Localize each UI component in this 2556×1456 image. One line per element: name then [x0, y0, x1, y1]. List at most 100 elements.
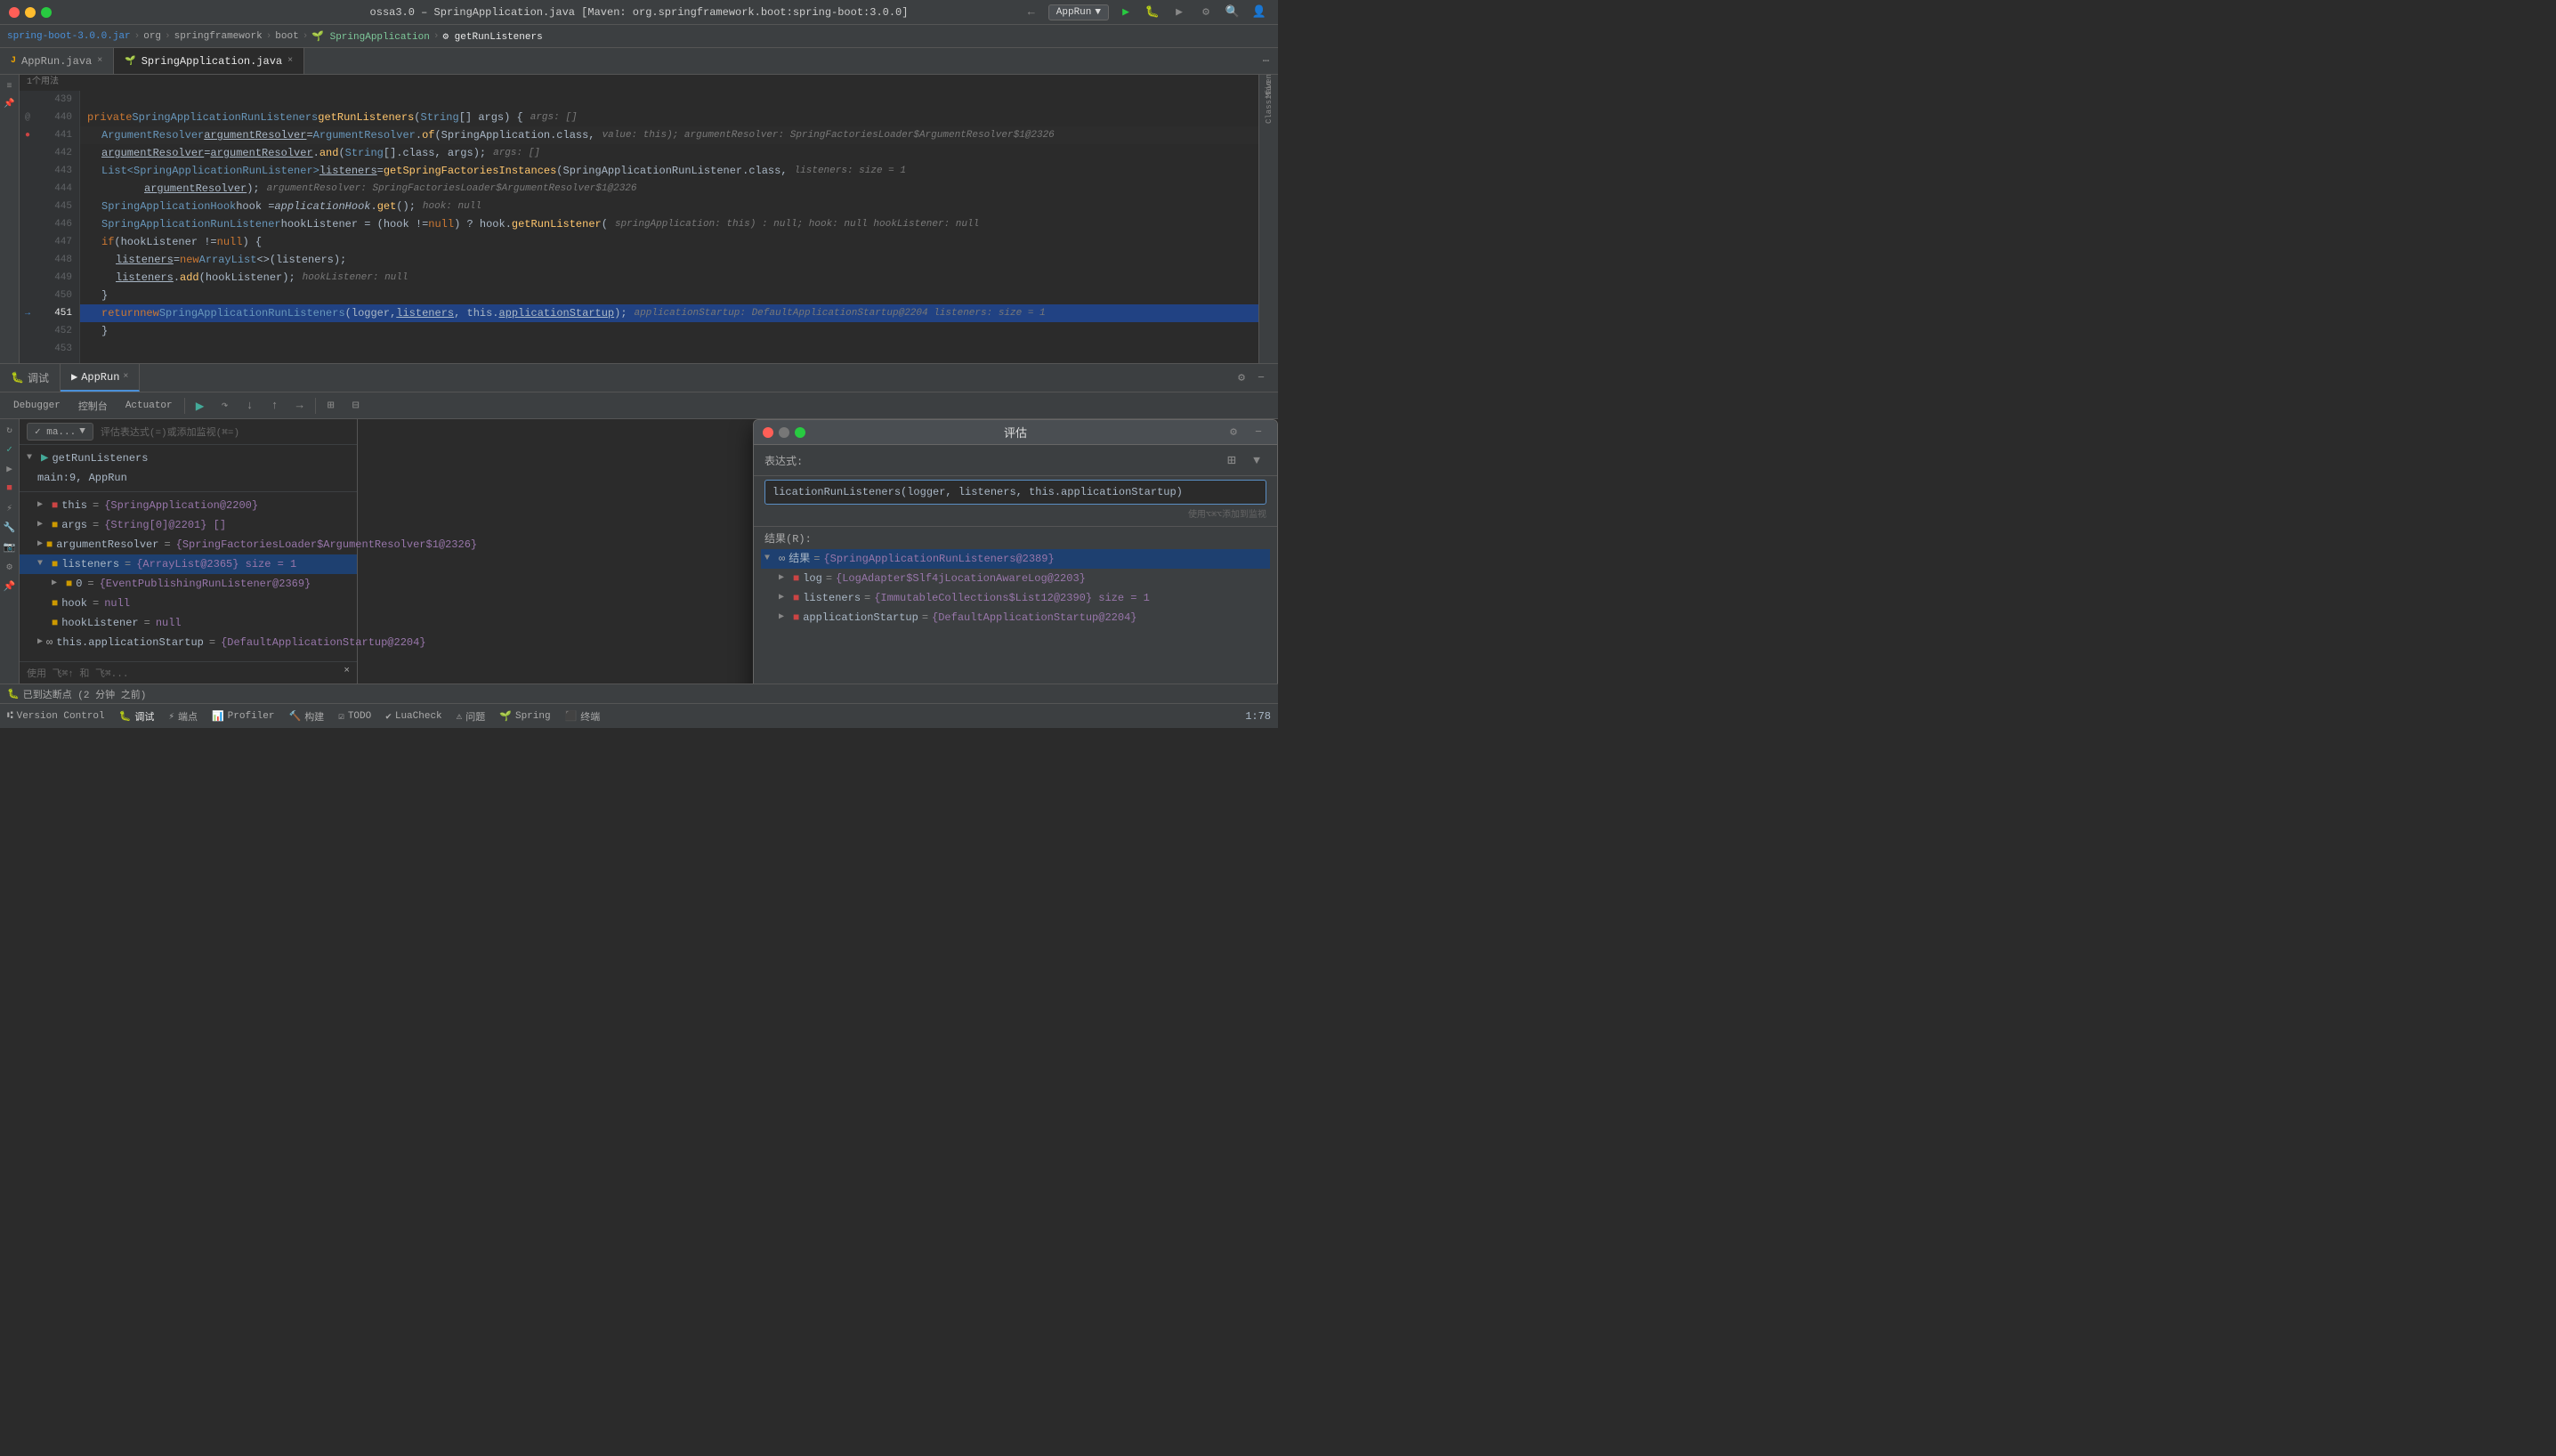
- nav-spring[interactable]: 🌱 Spring: [499, 710, 550, 723]
- line-447: if (hookListener != null) {: [80, 233, 1258, 251]
- tabs-more-button[interactable]: ⋯: [1254, 48, 1278, 74]
- debug-settings-icon[interactable]: 🔧: [3, 521, 17, 535]
- linenum-452: 452: [36, 322, 79, 340]
- nav-problems[interactable]: ⚠ 问题: [457, 709, 486, 724]
- nav-luacheck[interactable]: ✔ LuaCheck: [385, 710, 441, 723]
- minimize-bottom-icon[interactable]: −: [1251, 368, 1271, 388]
- debug-button[interactable]: 🐛: [1143, 3, 1162, 22]
- debug-check-icon[interactable]: ✓: [3, 442, 17, 457]
- step-out-btn[interactable]: ↑: [265, 396, 285, 416]
- run-to-cursor-btn[interactable]: →: [290, 396, 310, 416]
- debug-pin-icon[interactable]: 📌: [3, 579, 17, 594]
- filter-chevron-icon: ▼: [79, 426, 85, 437]
- gutter-440: @: [20, 109, 36, 126]
- line-452: }: [80, 322, 1258, 340]
- eval-result-row-0[interactable]: ▼ ∞ 结果 = {SpringApplicationRunListeners@…: [761, 549, 1270, 569]
- settings-bottom-icon[interactable]: ⚙: [1232, 368, 1251, 388]
- frames-btn[interactable]: ⊞: [321, 396, 341, 416]
- var-hook[interactable]: ■ hook = null: [20, 594, 357, 613]
- line-439: [80, 91, 1258, 109]
- expand-icon: ▶: [37, 515, 48, 535]
- var-argumentresolver[interactable]: ▶ ■ argumentResolver = {SpringFactoriesL…: [20, 535, 357, 554]
- tab-apprun-close[interactable]: ×: [97, 56, 102, 66]
- bug-icon: 🐛: [11, 371, 24, 384]
- tab-apprun[interactable]: J AppRun.java ×: [0, 48, 114, 74]
- run-button[interactable]: ▶: [1116, 3, 1136, 22]
- breadcrumb-item-5[interactable]: 🌱 SpringApplication: [311, 30, 430, 43]
- nav-profiler[interactable]: 📊 Profiler: [212, 710, 275, 723]
- bottom-panel: 🐛 调试 ▶ AppRun × ⚙ − Debugger 控制台 Actuato…: [0, 363, 1278, 684]
- debugger-tab-btn[interactable]: Debugger: [7, 396, 67, 416]
- back-icon[interactable]: ←: [1022, 3, 1041, 22]
- nav-version-control[interactable]: ⑆ Version Control: [7, 711, 105, 722]
- tab-springapplication-close[interactable]: ×: [287, 56, 293, 66]
- var-listeners-0[interactable]: ▶ ■ 0 = {EventPublishingRunListener@2369…: [20, 574, 357, 594]
- filter-dropdown[interactable]: ✓ ma... ▼: [27, 423, 93, 441]
- right-sidebar-icon-2[interactable]: Classific: [1261, 94, 1277, 110]
- debug-gear-icon[interactable]: ⚙: [3, 560, 17, 574]
- actuator-tab-btn[interactable]: Actuator: [119, 396, 179, 416]
- var-listeners[interactable]: ▼ ■ listeners = {ArrayList@2365} size = …: [20, 554, 357, 574]
- debug-mute-icon[interactable]: ⚡: [3, 501, 17, 515]
- debug-close-icon[interactable]: ×: [344, 666, 350, 676]
- breadcrumb-item-3[interactable]: springframework: [174, 31, 263, 42]
- debug-filter-icon[interactable]: ▶: [3, 462, 17, 476]
- user-icon[interactable]: 👤: [1250, 3, 1269, 22]
- breadcrumb-item-4[interactable]: boot: [275, 31, 298, 42]
- spring-nav-label: Spring: [515, 711, 551, 722]
- nav-todo[interactable]: ☑ TODO: [338, 710, 371, 723]
- debug-toolbar: Debugger 控制台 Actuator ▶ ↷ ↓ ↑ → ⊞ ⊟: [0, 392, 1278, 419]
- var-hooklistener[interactable]: ■ hookListener = null: [20, 613, 357, 633]
- tab-springapplication[interactable]: 🌱 SpringApplication.java ×: [114, 48, 304, 74]
- expand-icon: ▼: [37, 554, 48, 574]
- nav-build[interactable]: 🔨 构建: [288, 709, 324, 724]
- run-with-coverage-button[interactable]: ▶: [1169, 3, 1189, 22]
- settings-icon[interactable]: ⚙: [1196, 3, 1216, 22]
- eval-close-icon[interactable]: −: [1249, 423, 1268, 442]
- eval-minimize-btn[interactable]: [779, 427, 789, 438]
- eval-maximize-btn[interactable]: [795, 427, 805, 438]
- eval-result-row-2[interactable]: ▶ ■ listeners = {ImmutableCollections$Li…: [761, 588, 1270, 608]
- breadcrumb-item-1[interactable]: spring-boot-3.0.0.jar: [7, 31, 131, 42]
- var-applicationstartup[interactable]: ▶ ∞ this.applicationStartup = {DefaultAp…: [20, 633, 357, 652]
- maximize-button[interactable]: [41, 7, 52, 18]
- nav-endpoints[interactable]: ⚡ 端点: [168, 709, 198, 724]
- nav-debug[interactable]: 🐛 调试: [119, 709, 155, 724]
- eval-settings-icon[interactable]: ⚙: [1224, 423, 1243, 442]
- search-icon[interactable]: 🔍: [1223, 3, 1242, 22]
- sidebar-icon-1[interactable]: ≡: [2, 78, 18, 94]
- var-this[interactable]: ▶ ■ this = {SpringApplication@2200}: [20, 496, 357, 515]
- gutter-icons: @ ● →: [20, 91, 36, 363]
- eval-close-btn[interactable]: [763, 427, 773, 438]
- resume-btn[interactable]: ▶: [190, 396, 210, 416]
- debug-camera-icon[interactable]: 📷: [3, 540, 17, 554]
- nav-terminal[interactable]: ⬛ 终端: [565, 709, 601, 724]
- eval-expression-input[interactable]: [764, 480, 1266, 505]
- breadcrumb-item-6[interactable]: ⚙ getRunListeners: [442, 30, 542, 43]
- eval-result-row-1[interactable]: ▶ ■ log = {LogAdapter$Slf4jLocationAware…: [761, 569, 1270, 588]
- call-stack-item-2[interactable]: main:9, AppRun: [20, 468, 357, 488]
- apprun-tab-close[interactable]: ×: [123, 372, 128, 382]
- code-editor[interactable]: 1个用法 @ ● →: [20, 75, 1258, 363]
- debug-stop-icon[interactable]: ■: [3, 481, 17, 496]
- minimize-button[interactable]: [25, 7, 36, 18]
- call-stack-item-1[interactable]: ▼ ▶ getRunListeners: [20, 449, 357, 468]
- step-into-btn[interactable]: ↓: [240, 396, 260, 416]
- bottom-tab-apprun[interactable]: ▶ AppRun ×: [61, 364, 140, 392]
- close-button[interactable]: [9, 7, 20, 18]
- endpoints-icon: ⚡: [168, 710, 174, 723]
- console-tab-btn[interactable]: 控制台: [72, 396, 114, 416]
- eval-result-row-3[interactable]: ▶ ■ applicationStartup = {DefaultApplica…: [761, 608, 1270, 627]
- gutter-443: [20, 162, 36, 180]
- call-stack-variables-panel: ✓ ma... ▼ 评估表达式(=)或添加监视(⌘=) ▼ ▶ getRunLi…: [20, 419, 358, 684]
- breadcrumb-item-2[interactable]: org: [143, 31, 161, 42]
- debug-step-icon[interactable]: ↻: [3, 423, 17, 437]
- bottom-tab-debug[interactable]: 🐛 调试: [0, 364, 61, 392]
- step-over-btn[interactable]: ↷: [215, 396, 235, 416]
- layout-btn[interactable]: ⊟: [346, 396, 366, 416]
- eval-icon-1[interactable]: ⊞: [1222, 450, 1242, 470]
- sidebar-icon-2[interactable]: 📌: [2, 96, 18, 112]
- eval-icon-2[interactable]: ▼: [1247, 450, 1266, 470]
- var-args[interactable]: ▶ ■ args = {String[0]@2201} []: [20, 515, 357, 535]
- run-config-button[interactable]: AppRun ▼: [1048, 4, 1109, 20]
